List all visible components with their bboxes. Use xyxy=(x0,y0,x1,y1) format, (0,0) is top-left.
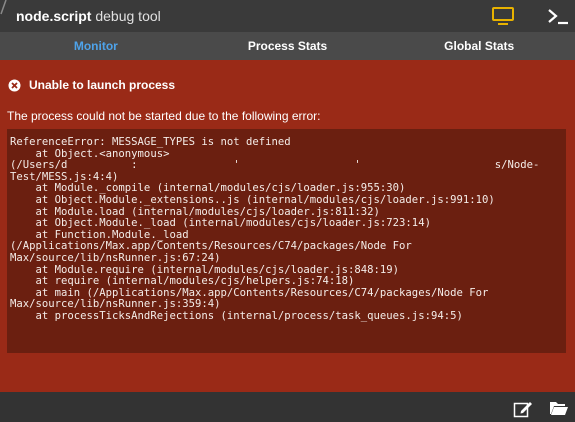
window-title: node.script debug tool xyxy=(16,8,161,24)
tab-process-stats[interactable]: Process Stats xyxy=(192,32,384,60)
edit-icon[interactable] xyxy=(513,400,533,418)
app-name: node.script xyxy=(16,8,92,24)
stack-line: at Object.Module._load (internal/modules… xyxy=(10,217,431,230)
error-circle-x-icon xyxy=(8,79,21,91)
tab-monitor[interactable]: Monitor xyxy=(0,32,192,60)
error-header: Unable to launch process xyxy=(8,78,175,92)
error-panel: Unable to launch process The process cou… xyxy=(0,60,575,392)
tab-global-stats[interactable]: Global Stats xyxy=(383,32,575,60)
stack-trace: ReferenceError: MESSAGE_TYPES is not def… xyxy=(7,129,566,353)
title-bar: node.script debug tool xyxy=(0,0,575,32)
stack-line: at require (internal/modules/cjs/helpers… xyxy=(10,275,355,288)
stack-line: at processTicksAndRejections (internal/p… xyxy=(10,309,463,322)
terminal-icon[interactable] xyxy=(546,6,570,26)
window-subtitle: debug tool xyxy=(95,8,161,24)
monitor-icon[interactable] xyxy=(491,6,515,26)
tab-bar: Monitor Process Stats Global Stats xyxy=(0,32,575,60)
stack-line: ReferenceError: MESSAGE_TYPES is not def… xyxy=(10,136,291,148)
folder-open-icon[interactable] xyxy=(549,400,569,416)
error-description: The process could not be started due to … xyxy=(7,109,321,123)
stack-line: at Object.Module._extensions..js (intern… xyxy=(10,193,495,206)
footer-bar xyxy=(0,392,575,422)
title-accent-slash xyxy=(0,0,7,15)
stack-line: Max/source/lib/nsRunner.js:67:24) xyxy=(10,251,221,264)
error-title: Unable to launch process xyxy=(29,78,176,92)
